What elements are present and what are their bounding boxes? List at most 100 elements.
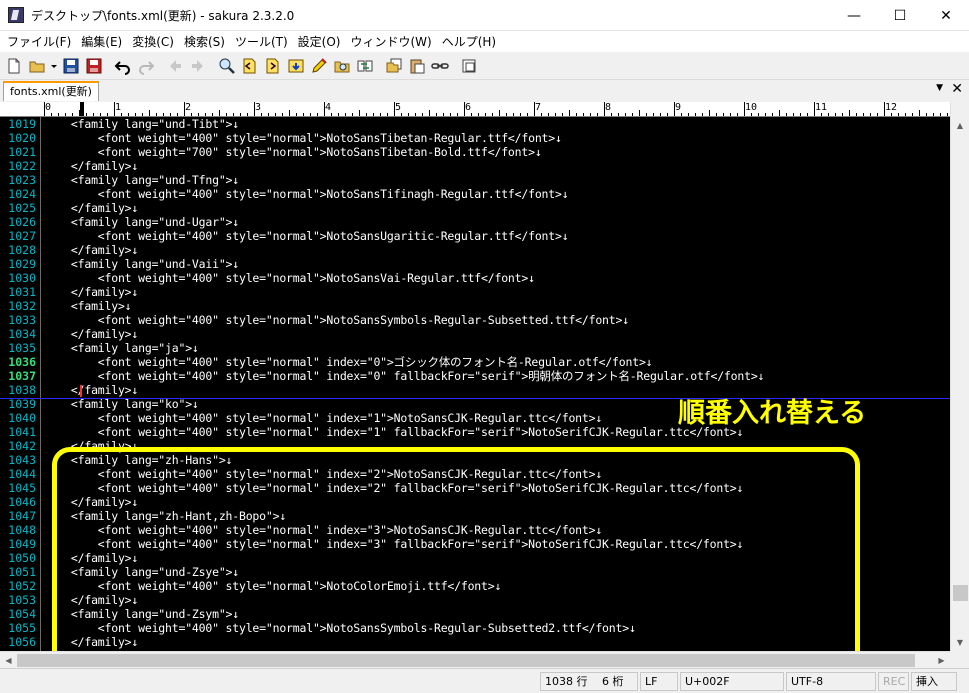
ruler-tick <box>303 113 304 116</box>
ruler-tick <box>520 113 521 116</box>
dropdown-arrow-icon[interactable] <box>49 55 59 77</box>
ruler-tick <box>268 113 269 116</box>
line-number: 1035 <box>8 341 36 355</box>
code-text: <font weight="400" style="normal">NotoSa… <box>44 271 535 285</box>
ruler-tick <box>247 113 248 116</box>
ruler-tick <box>569 110 570 116</box>
save-all-icon[interactable] <box>83 55 105 77</box>
sakura-app-icon[interactable] <box>8 7 24 23</box>
jump-forward-icon[interactable] <box>187 55 209 77</box>
copy-path-icon[interactable] <box>383 55 405 77</box>
undo-icon[interactable] <box>112 55 134 77</box>
ruler-tick <box>65 113 66 116</box>
vertical-scroll-thumb[interactable] <box>953 585 968 601</box>
minimize-button[interactable]: — <box>831 0 877 31</box>
code-line: 1031 </family>↓ <box>0 285 950 299</box>
ruler-tick <box>604 102 605 116</box>
grep-icon[interactable] <box>331 55 353 77</box>
search-icon[interactable] <box>216 55 238 77</box>
code-line: 1036 <font weight="400" style="normal" i… <box>0 355 950 369</box>
find-prev-icon[interactable] <box>239 55 261 77</box>
code-text: </family>↓ <box>44 243 139 257</box>
horizontal-scrollbar[interactable]: ◀ ▶ <box>0 651 950 668</box>
menu-convert[interactable]: 変換(C) <box>127 33 179 50</box>
ruler-tick <box>394 102 395 116</box>
vertical-scrollbar[interactable]: ▲ ▼ <box>950 102 969 651</box>
scroll-up-icon[interactable]: ▲ <box>951 117 969 134</box>
redo-icon[interactable] <box>135 55 157 77</box>
ruler-tick <box>93 113 94 116</box>
code-line: 1022 </family>↓ <box>0 159 950 173</box>
text-editor[interactable]: 1019 <family lang="und-Tibt">↓ 1020 <font… <box>0 117 950 651</box>
compare-icon[interactable] <box>354 55 376 77</box>
link-icon[interactable] <box>429 55 451 77</box>
line-number: 1041 <box>8 425 36 439</box>
find-next-icon[interactable] <box>262 55 284 77</box>
code-text: <family>↓ <box>44 299 132 313</box>
line-number: 1023 <box>8 173 36 187</box>
ruler-tick <box>457 113 458 116</box>
ruler-tick <box>912 113 913 116</box>
insert-mode[interactable]: 挿入 <box>911 672 957 691</box>
ruler-tick <box>667 113 668 116</box>
open-folder-icon[interactable] <box>26 55 48 77</box>
code-text: <family lang="ko">↓ <box>44 397 199 411</box>
ruler-tick <box>219 110 220 116</box>
ruler-tick <box>772 113 773 116</box>
line-number: 1025 <box>8 201 36 215</box>
ruler-tick <box>702 113 703 116</box>
ruler-tick <box>408 113 409 116</box>
ruler-tick <box>709 110 710 116</box>
jump-back-icon[interactable] <box>164 55 186 77</box>
menu-window[interactable]: ウィンドウ(W) <box>345 33 436 50</box>
line-number: 1027 <box>8 229 36 243</box>
ruler-tick <box>86 113 87 116</box>
code-line: 1037 <font weight="400" style="normal" i… <box>0 369 950 383</box>
ruler-label: 4 <box>325 102 332 113</box>
menu-settings[interactable]: 設定(O) <box>293 33 346 50</box>
ruler-tick <box>919 110 920 116</box>
ruler-tick <box>170 113 171 116</box>
horizontal-scroll-thumb[interactable] <box>17 654 915 667</box>
line-number: 1028 <box>8 243 36 257</box>
ruler-tick <box>618 113 619 116</box>
ruler-tick <box>415 113 416 116</box>
menu-edit[interactable]: 編集(E) <box>76 33 127 50</box>
menu-file[interactable]: ファイル(F) <box>2 33 76 50</box>
menu-tools[interactable]: ツール(T) <box>230 33 293 50</box>
menu-help[interactable]: ヘルプ(H) <box>437 33 501 50</box>
highlight-marker-icon[interactable] <box>308 55 330 77</box>
save-icon[interactable] <box>60 55 82 77</box>
code-line: 1020 <font weight="400" style="normal">N… <box>0 131 950 145</box>
encoding[interactable]: UTF-8 <box>786 672 876 691</box>
ruler-tick <box>114 102 115 116</box>
line-number: 1051 <box>8 565 36 579</box>
line-ending[interactable]: LF <box>640 672 678 691</box>
ruler-tick <box>310 113 311 116</box>
maximize-button[interactable]: ☐ <box>877 0 923 31</box>
tab-list-dropdown-icon[interactable]: ▼ <box>936 83 943 93</box>
window-icon[interactable] <box>458 55 480 77</box>
tab-fonts-xml[interactable]: fonts.xml(更新) <box>3 81 99 101</box>
highlight-box-annotation <box>52 447 860 651</box>
code-line: 1023 <family lang="und-Tfng">↓ <box>0 173 950 187</box>
toolbar <box>0 52 969 80</box>
line-number: 1046 <box>8 495 36 509</box>
maximize-icon: ☐ <box>893 7 907 24</box>
scroll-right-icon[interactable]: ▶ <box>933 652 950 669</box>
new-file-icon[interactable] <box>3 55 25 77</box>
scroll-down-icon[interactable]: ▼ <box>951 634 969 651</box>
tab-bar: fonts.xml(更新) ▼ ✕ <box>0 80 969 102</box>
close-window-button[interactable]: ✕ <box>923 0 969 31</box>
tag-jump-icon[interactable] <box>285 55 307 77</box>
ruler-tick <box>926 113 927 116</box>
code-text: <font weight="700" style="normal">NotoSa… <box>44 145 542 159</box>
menu-search[interactable]: 検索(S) <box>179 33 230 50</box>
paste-icon[interactable] <box>406 55 428 77</box>
line-number: 1052 <box>8 579 36 593</box>
ruler-tick <box>331 113 332 116</box>
scroll-left-icon[interactable]: ◀ <box>0 652 17 669</box>
tab-close-icon[interactable]: ✕ <box>951 81 963 97</box>
cursor-position[interactable]: 1038 行 6 桁 <box>540 672 638 691</box>
code-line: 1027 <font weight="400" style="normal">N… <box>0 229 950 243</box>
